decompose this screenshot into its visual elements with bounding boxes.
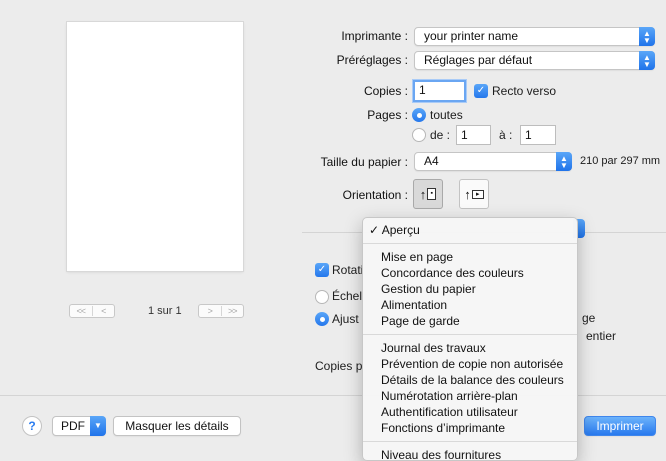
pages-all-radio[interactable] (412, 108, 426, 122)
help-button[interactable]: ? (22, 416, 42, 436)
previous-page-button[interactable]: < (91, 306, 115, 316)
paper-dimensions: 210 par 297 mm (580, 155, 661, 167)
next-page-button[interactable]: > (199, 306, 221, 316)
menu-item-user-auth[interactable]: Authentification utilisateur (363, 404, 577, 420)
paper-size-select[interactable]: A4 ▲ ▼ (414, 152, 572, 171)
arrow-up-icon: ↑ (419, 186, 427, 202)
printer-select[interactable]: your printer name ▲ ▼ (414, 27, 655, 46)
chevron-updown-icon: ▲ ▼ (639, 27, 655, 46)
print-preview-page (67, 22, 243, 271)
portrait-page-icon: ▪ (427, 188, 437, 200)
copies-field[interactable]: 1 (413, 80, 466, 102)
menu-item-supply-levels[interactable]: Niveau des fournitures (363, 447, 577, 460)
fit-suffix: ge (582, 311, 596, 325)
menu-separator (363, 243, 577, 244)
menu-item-layout[interactable]: Mise en page (363, 249, 577, 265)
last-page-button[interactable]: >> (220, 306, 244, 316)
presets-label: Préréglages : (336, 53, 408, 67)
pages-all-label: toutes (430, 108, 463, 122)
pages-label: Pages : (367, 108, 408, 122)
preview-nav-back[interactable]: << < (69, 304, 115, 318)
print-button[interactable]: Imprimer (584, 416, 656, 436)
checkmark-icon: ✓ (369, 223, 380, 237)
arrow-up-icon: ↑ (464, 186, 471, 202)
chevron-updown-icon: ▲ ▼ (556, 152, 572, 171)
menu-item-background-numbering[interactable]: Numérotation arrière-plan (363, 388, 577, 404)
menu-separator (363, 334, 577, 335)
duplex-checkbox[interactable]: ✓ (474, 84, 488, 98)
copies-label: Copies : (363, 84, 408, 98)
orientation-label: Orientation : (342, 188, 408, 202)
pages-to-field[interactable]: 1 (520, 125, 556, 145)
fit-radio[interactable] (315, 312, 329, 326)
rotate-checkbox[interactable]: ✓ (315, 263, 329, 277)
orientation-portrait-button[interactable]: ↑ ▪ (413, 179, 443, 209)
chevron-updown-icon: ▲ ▼ (639, 51, 655, 70)
menu-separator (363, 441, 577, 442)
pages-to-label: à : (499, 128, 513, 142)
landscape-page-icon: ▸ (471, 189, 484, 199)
pdf-button[interactable]: PDF ▼ (52, 416, 106, 436)
pages-from-field[interactable]: 1 (456, 125, 491, 145)
menu-item-job-log[interactable]: Journal des travaux (363, 340, 577, 356)
fit-label: Ajust (332, 312, 359, 326)
menu-item-copy-guard[interactable]: Prévention de copie non autorisée (363, 356, 577, 372)
menu-item-cover-page[interactable]: Page de garde (363, 313, 577, 329)
menu-item-color-matching[interactable]: Concordance des couleurs (363, 265, 577, 281)
pages-from-label: de : (430, 128, 451, 142)
paper-size-value: A4 (424, 154, 439, 168)
preview-nav-forward[interactable]: > >> (198, 304, 244, 318)
menu-item-preview[interactable]: ✓ Aperçu (363, 222, 577, 238)
duplex-label: Recto verso (492, 84, 557, 98)
pages-range-radio[interactable] (412, 128, 426, 142)
menu-item-paper-handling[interactable]: Gestion du papier (363, 281, 577, 297)
menu-item-color-balance[interactable]: Détails de la balance des couleurs (363, 372, 577, 388)
orientation-landscape-button[interactable]: ↑ ▸ (459, 179, 489, 209)
scale-label: Échel (332, 289, 363, 303)
presets-select[interactable]: Réglages par défaut ▲ ▼ (414, 51, 655, 70)
paper-size-label: Taille du papier : (320, 155, 408, 169)
rotate-label: Rotati (332, 263, 364, 277)
pdf-label: PDF (61, 419, 85, 433)
scale-radio[interactable] (315, 290, 329, 304)
page-counter: 1 sur 1 (148, 305, 182, 317)
hide-details-button[interactable]: Masquer les détails (113, 416, 241, 436)
first-page-button[interactable]: << (70, 306, 92, 316)
copies-per-label: Copies p (315, 359, 363, 373)
presets-value: Réglages par défaut (424, 53, 533, 67)
menu-item-paper-feed[interactable]: Alimentation (363, 297, 577, 313)
menu-item-printer-features[interactable]: Fonctions d’imprimante (363, 420, 577, 436)
section-dropdown-menu[interactable]: ✓ Aperçu Mise en page Concordance des co… (362, 217, 578, 461)
printer-label: Imprimante : (341, 29, 408, 43)
printer-value: your printer name (424, 29, 519, 43)
chevron-down-icon: ▼ (90, 416, 106, 436)
entire-label: entier (586, 329, 617, 343)
